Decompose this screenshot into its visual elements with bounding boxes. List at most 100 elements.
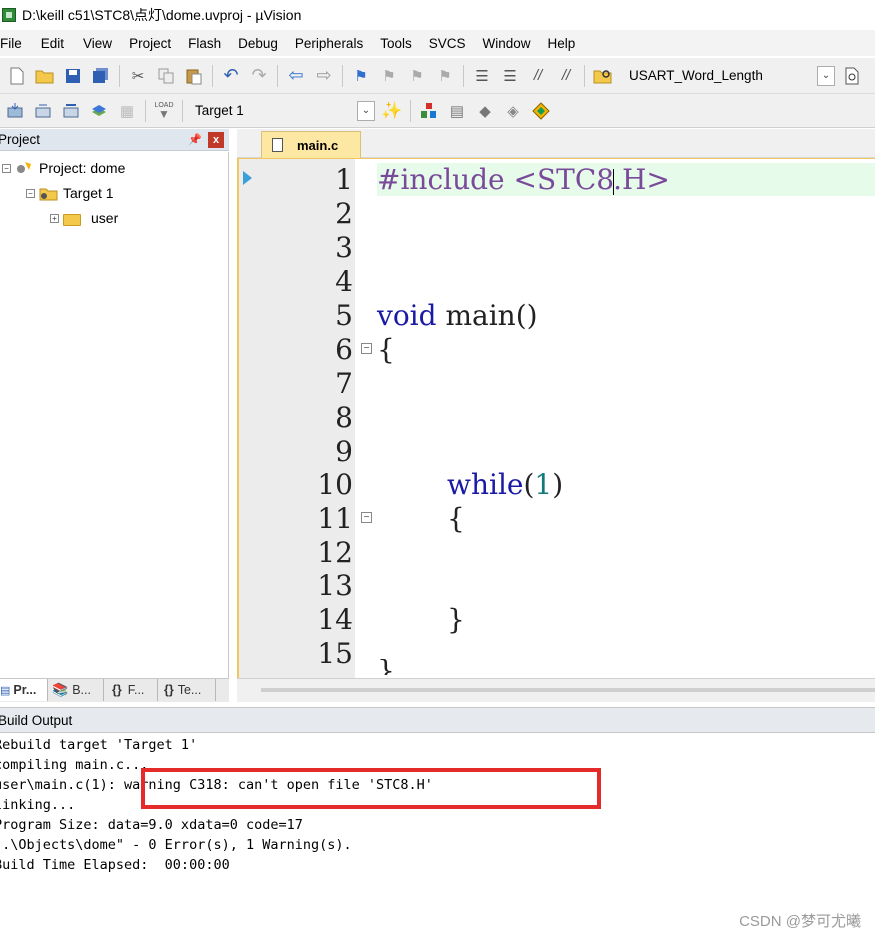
- code-editor[interactable]: 1 2 3 4 5 6 7 8 9 10 11 12 13 14 15 − − …: [237, 158, 875, 678]
- menu-peripherals[interactable]: Peripherals: [295, 36, 372, 51]
- prev-bookmark-icon[interactable]: ⚑: [378, 65, 400, 87]
- standard-toolbar: ✂ ↶ ↷ ⇦ ⇨ ⚑ ⚑ ⚑ ⚑ ☰ ☰ // // USART_Word_L…: [0, 58, 875, 94]
- paste-icon[interactable]: [183, 65, 205, 87]
- fold-toggle[interactable]: −: [361, 512, 372, 523]
- translate-icon[interactable]: [4, 100, 26, 122]
- build-output-header: Build Output: [0, 707, 875, 733]
- menu-edit[interactable]: Edit: [41, 36, 73, 51]
- line-number: 3: [335, 231, 353, 264]
- pack-installer-icon[interactable]: ◈: [502, 100, 524, 122]
- find-combo-dropdown[interactable]: ⌄: [817, 65, 835, 86]
- tree-item-user-group[interactable]: + user: [50, 208, 118, 228]
- build-output-line: ".\Objects\dome" - 0 Error(s), 1 Warning…: [0, 837, 352, 853]
- rte-icon[interactable]: [530, 100, 552, 122]
- warning-highlight-box: [141, 768, 601, 809]
- stop-build-icon[interactable]: ▦: [116, 100, 138, 122]
- menu-tools[interactable]: Tools: [380, 36, 421, 51]
- find-combo-value: USART_Word_Length: [629, 68, 763, 83]
- environment-icon[interactable]: ◆: [474, 100, 496, 122]
- bookmark-icon[interactable]: ⚑: [350, 65, 372, 87]
- line-number: 4: [335, 265, 353, 298]
- csdn-watermark: CSDN @梦可尤曦: [739, 913, 861, 930]
- code-line-6: {: [377, 333, 395, 366]
- save-icon[interactable]: [62, 65, 84, 87]
- line-number: 13: [317, 569, 353, 602]
- new-file-icon[interactable]: [6, 65, 28, 87]
- menu-file[interactable]: File: [0, 36, 31, 51]
- uncomment-icon[interactable]: //: [555, 65, 577, 87]
- build-icon[interactable]: [32, 100, 54, 122]
- open-folder-icon[interactable]: [34, 65, 56, 87]
- build-output-panel[interactable]: Rebuild target 'Target 1' compiling main…: [0, 733, 875, 938]
- pin-icon[interactable]: 📌: [188, 133, 202, 146]
- comment-icon[interactable]: //: [527, 65, 549, 87]
- editor-horizontal-scrollbar[interactable]: [237, 678, 875, 702]
- line-number: 15: [317, 637, 353, 670]
- cut-icon[interactable]: ✂: [127, 65, 149, 87]
- load-flash-icon[interactable]: LOAD ▼: [153, 100, 175, 122]
- code-directive: #include: [377, 163, 505, 196]
- menu-debug[interactable]: Debug: [238, 36, 287, 51]
- navigate-back-icon[interactable]: ⇦: [285, 65, 307, 87]
- unindent-icon[interactable]: ☰: [499, 65, 521, 87]
- tab-label: F...: [127, 683, 145, 697]
- tree-item-target[interactable]: − Target 1: [26, 183, 114, 203]
- batch-build-icon[interactable]: [88, 100, 110, 122]
- code-text: (: [523, 468, 535, 501]
- menu-window[interactable]: Window: [482, 36, 539, 51]
- tab-templates[interactable]: {} Te...: [158, 679, 216, 701]
- indent-icon[interactable]: ☰: [471, 65, 493, 87]
- tab-functions[interactable]: {} F...: [104, 679, 158, 701]
- tree-collapse-toggle[interactable]: −: [26, 188, 35, 198]
- build-output-title: Build Output: [0, 712, 73, 728]
- target-select[interactable]: Target 1: [189, 99, 381, 123]
- code-line-10: while(1): [447, 468, 563, 502]
- menu-view[interactable]: View: [83, 36, 121, 51]
- menu-project[interactable]: Project: [129, 36, 180, 51]
- target-select-dropdown[interactable]: ⌄: [357, 100, 375, 121]
- tree-expand-toggle[interactable]: +: [50, 213, 59, 223]
- build-output-line: Rebuild target 'Target 1': [0, 737, 198, 753]
- project-icon: [15, 160, 33, 176]
- tab-label: Te...: [177, 683, 202, 697]
- project-tree: − Project: dome − Target 1 + user: [0, 152, 229, 678]
- file-extensions-icon[interactable]: ▤: [446, 100, 468, 122]
- tab-main-c[interactable]: main.c: [261, 131, 361, 158]
- line-number: 1: [335, 163, 353, 196]
- toolbar-separator: [119, 64, 120, 87]
- find-in-files-icon[interactable]: [592, 65, 614, 87]
- tab-label: B...: [72, 683, 91, 697]
- menu-svcs[interactable]: SVCS: [429, 36, 475, 51]
- close-icon[interactable]: x: [208, 132, 224, 148]
- undo-icon[interactable]: ↶: [220, 65, 242, 87]
- code-line-11: {: [447, 502, 465, 535]
- project-panel-header: Project 📌 x: [0, 129, 229, 151]
- toolbar-separator: [342, 64, 343, 87]
- clear-bookmarks-icon[interactable]: ⚑: [434, 65, 456, 87]
- code-number: 1: [534, 468, 553, 501]
- fold-toggle[interactable]: −: [361, 343, 372, 354]
- manage-components-icon[interactable]: [418, 100, 440, 122]
- chevron-down-icon: ⌄: [358, 102, 374, 119]
- next-bookmark-icon[interactable]: ⚑: [406, 65, 428, 87]
- search-document-icon[interactable]: [841, 65, 863, 87]
- tree-item-project[interactable]: − Project: dome: [2, 158, 125, 178]
- code-text: ): [552, 468, 564, 501]
- folder-icon: [63, 213, 81, 226]
- rebuild-icon[interactable]: [60, 100, 82, 122]
- uvision-app-icon: [2, 8, 16, 22]
- find-combo[interactable]: USART_Word_Length: [623, 64, 819, 88]
- save-all-icon[interactable]: [90, 65, 112, 87]
- tab-project[interactable]: ▤ Pr...: [0, 679, 48, 701]
- redo-icon[interactable]: ↷: [248, 65, 270, 87]
- copy-icon[interactable]: [155, 65, 177, 87]
- menu-help[interactable]: Help: [548, 36, 585, 51]
- navigate-forward-icon[interactable]: ⇨: [313, 65, 335, 87]
- tab-books[interactable]: 📚 B...: [48, 679, 104, 701]
- code-include-path-end: .H>: [613, 163, 670, 196]
- menu-flash[interactable]: Flash: [188, 36, 230, 51]
- target-options-icon[interactable]: ✨: [381, 100, 403, 122]
- scrollbar-thumb[interactable]: [261, 688, 875, 692]
- tree-collapse-toggle[interactable]: −: [2, 163, 11, 173]
- project-panel-title: Project: [0, 132, 41, 147]
